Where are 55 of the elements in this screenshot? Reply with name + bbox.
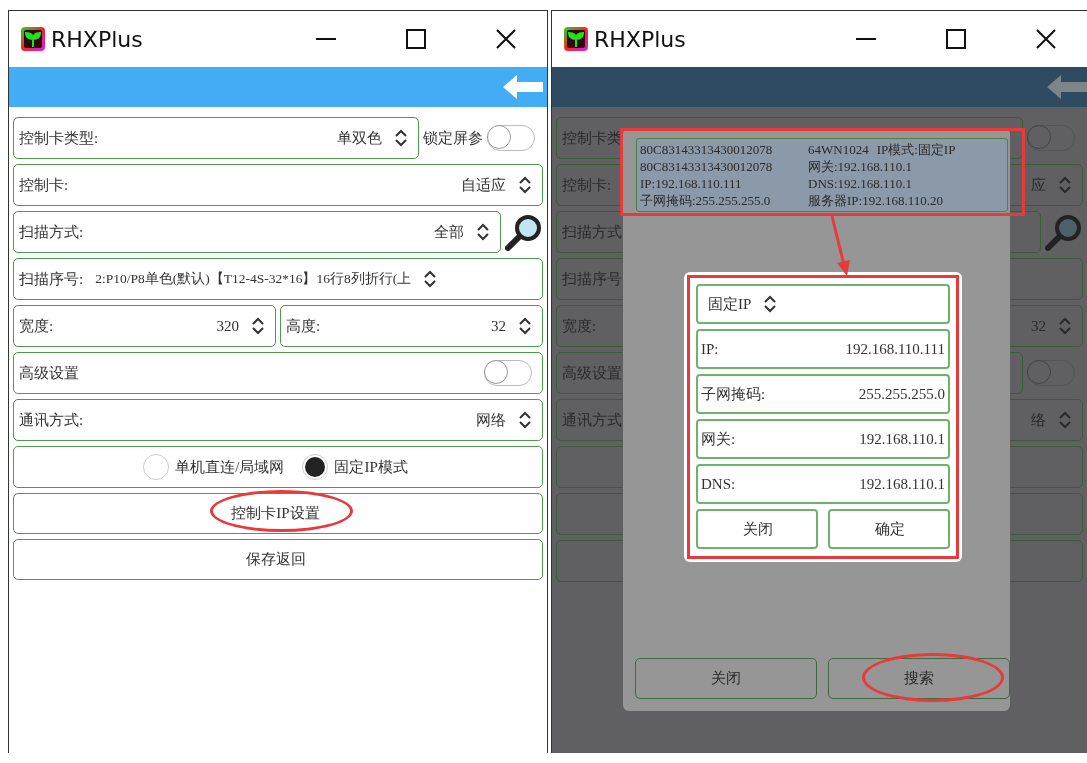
chevron-icon [763, 294, 778, 314]
info-text: 64WN1024 [808, 141, 869, 158]
app-icon [21, 27, 45, 51]
toggle-switch[interactable] [1027, 125, 1075, 151]
input-field[interactable]: IP: 192.168.110.111 [696, 329, 950, 369]
comm-select[interactable]: 通讯方式: 网络 [13, 399, 543, 441]
card-type-select[interactable]: 控制卡类型: 单双色 [13, 117, 419, 159]
back-arrow-icon[interactable] [1047, 75, 1087, 99]
card-select[interactable]: 控制卡: 自适应 [13, 164, 543, 206]
chevron-icon [1058, 410, 1072, 430]
info-text: 80C83143313430012078 [640, 158, 774, 175]
chevron-icon [1058, 316, 1072, 336]
maximize-icon[interactable] [405, 28, 427, 50]
scan-order-select[interactable]: 扫描序号: 2:P10/P8单色(默认)【T12-4S-32*16】16行8列折行(上 [13, 258, 543, 300]
window-title: RHXPlus [51, 26, 143, 52]
close-icon[interactable] [495, 28, 517, 50]
input-field[interactable]: DNS: 192.168.110.1 [696, 464, 950, 504]
scan-mode-select[interactable]: 扫描方式: 全部 [13, 211, 501, 253]
input-field[interactable]: 子网掩码: 255.255.255.0 [696, 374, 950, 414]
info-text: 网关:192.168.110.1 [808, 158, 912, 175]
height-select[interactable]: 高度: 32 [280, 305, 543, 347]
close-icon[interactable] [1035, 28, 1057, 50]
chevron-icon [518, 316, 532, 336]
chevron-icon [394, 128, 408, 148]
info-text: 子网掩码:255.255.255.0 [640, 192, 772, 209]
action-button[interactable]: 保存返回 [13, 539, 543, 580]
info-text: IP模式:固定IP [876, 141, 956, 158]
toggle-switch[interactable] [487, 125, 535, 151]
info-text: DNS:192.168.110.1 [808, 175, 912, 192]
toggle-switch[interactable] [484, 360, 532, 386]
lock-label: 锁定屏参 [423, 128, 483, 148]
radio-label[interactable]: 单机直连/局域网 [175, 457, 285, 477]
window-title: RHXPlus [594, 26, 686, 52]
mode-select[interactable]: 固定IP [696, 284, 950, 324]
action-button[interactable]: 控制卡IP设置 [13, 493, 543, 534]
toggle-switch[interactable] [1027, 360, 1075, 386]
chevron-icon [518, 410, 532, 430]
chevron-icon [518, 175, 532, 195]
dialog-button[interactable]: 关闭 [696, 509, 818, 549]
radio-label[interactable]: 固定IP模式 [334, 457, 408, 477]
info-text: 80C83143313430012078 [640, 141, 774, 158]
input-field[interactable]: 网关: 192.168.110.1 [696, 419, 950, 459]
info-text: 服务器IP:192.168.110.20 [808, 192, 943, 209]
width-select[interactable]: 宽度: 320 [13, 305, 276, 347]
chevron-icon [476, 222, 490, 242]
settings-row: 高级设置 [13, 352, 543, 394]
dialog-button[interactable]: 关闭 [635, 658, 817, 699]
search-icon[interactable] [505, 213, 543, 251]
app-icon [564, 27, 588, 51]
info-text: IP:192.168.110.111 [640, 175, 743, 192]
chevron-icon [251, 316, 265, 336]
maximize-icon[interactable] [945, 28, 967, 50]
chevron-icon [1058, 175, 1072, 195]
chevron-icon [423, 269, 438, 289]
dialog-button[interactable]: 确定 [828, 509, 950, 549]
